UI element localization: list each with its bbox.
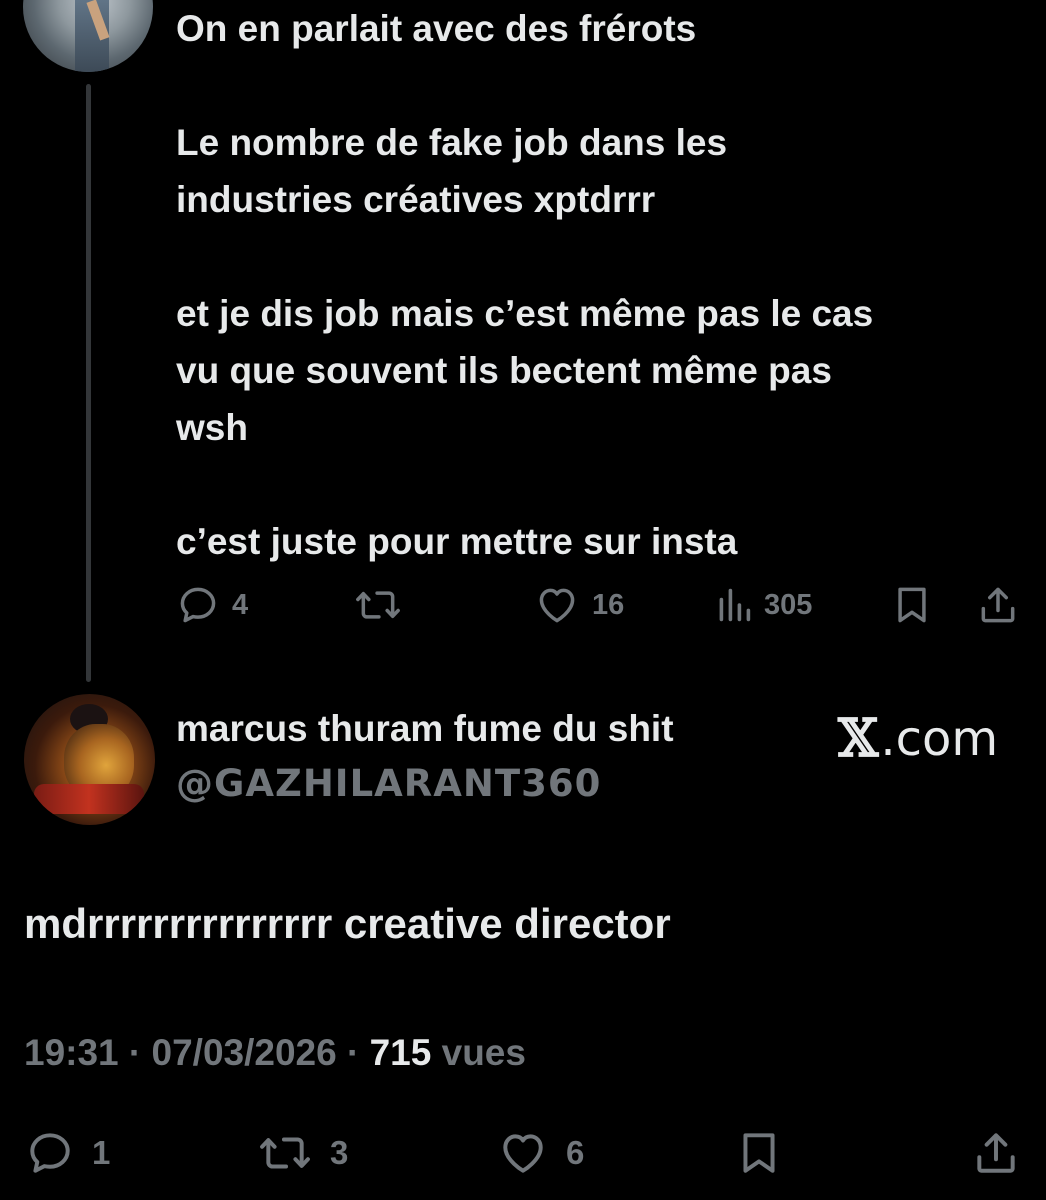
- thread-line: [86, 84, 91, 682]
- parent-reply-button[interactable]: 4: [176, 582, 248, 628]
- reply-retweet-count: 3: [330, 1134, 349, 1171]
- retweet-icon: [260, 1137, 310, 1169]
- parent-tweet-paragraph-1: On en parlait avec des frérots: [176, 8, 697, 49]
- parent-author-avatar[interactable]: [23, 0, 153, 72]
- parent-share-button[interactable]: [976, 582, 1020, 628]
- bookmark-icon: [743, 1133, 775, 1173]
- reply-icon: [180, 587, 216, 623]
- x-com-watermark: 𝕏 .com: [838, 708, 998, 769]
- parent-like-button[interactable]: 16: [534, 582, 624, 628]
- heart-icon: [539, 588, 575, 623]
- reply-like-button[interactable]: 6: [496, 1128, 584, 1178]
- reply-share-button[interactable]: [970, 1128, 1022, 1178]
- heart-icon: [503, 1134, 543, 1173]
- parent-reply-count: 4: [232, 588, 249, 621]
- parent-views-button[interactable]: 305: [716, 582, 812, 628]
- views-icon: [719, 588, 751, 622]
- parent-tweet-text: On en parlait avec des frérots Le nombre…: [176, 0, 1036, 570]
- retweet-icon: [356, 591, 400, 619]
- parent-tweet-paragraph-3: et je dis job mais c’est même pas le cas…: [176, 293, 874, 448]
- watermark-text: .com: [880, 710, 999, 767]
- reply-reply-count: 1: [92, 1134, 111, 1171]
- tweet-time[interactable]: 19:31: [24, 1032, 119, 1073]
- parent-views-count: 305: [764, 588, 813, 621]
- reply-handle[interactable]: @GAZHILARANT360: [176, 762, 601, 805]
- reply-icon: [30, 1133, 70, 1173]
- meta-separator: ·: [118, 1032, 152, 1073]
- reply-bookmark-button[interactable]: [734, 1128, 784, 1178]
- bookmark-icon: [898, 587, 926, 623]
- reply-like-count: 6: [566, 1134, 585, 1171]
- parent-tweet-paragraph-2: Le nombre de fake job dans les industrie…: [176, 122, 728, 220]
- tweet-views-label: vues: [431, 1032, 526, 1073]
- tweet-views-count: 715: [369, 1032, 432, 1073]
- x-logo-icon: 𝕏: [838, 708, 879, 769]
- reply-display-name[interactable]: marcus thuram fume du shit: [176, 708, 674, 750]
- share-icon: [981, 587, 1015, 623]
- tweet-meta: 19:31 · 07/03/2026 · 715 vues: [24, 1032, 526, 1074]
- meta-separator: ·: [336, 1032, 370, 1073]
- share-icon: [977, 1133, 1015, 1173]
- avatar-car: [34, 784, 144, 814]
- parent-tweet-paragraph-4: c’est juste pour mettre sur insta: [176, 521, 738, 562]
- reply-reply-button[interactable]: 1: [24, 1128, 110, 1178]
- reply-retweet-button[interactable]: 3: [256, 1128, 348, 1178]
- parent-bookmark-button[interactable]: [890, 582, 934, 628]
- reply-tweet-text: mdrrrrrrrrrrrrrrr creative director: [24, 900, 671, 947]
- reply-author-avatar[interactable]: [24, 694, 155, 825]
- parent-retweet-button[interactable]: [354, 582, 414, 628]
- parent-like-count: 16: [592, 588, 625, 621]
- tweet-date[interactable]: 07/03/2026: [152, 1032, 337, 1073]
